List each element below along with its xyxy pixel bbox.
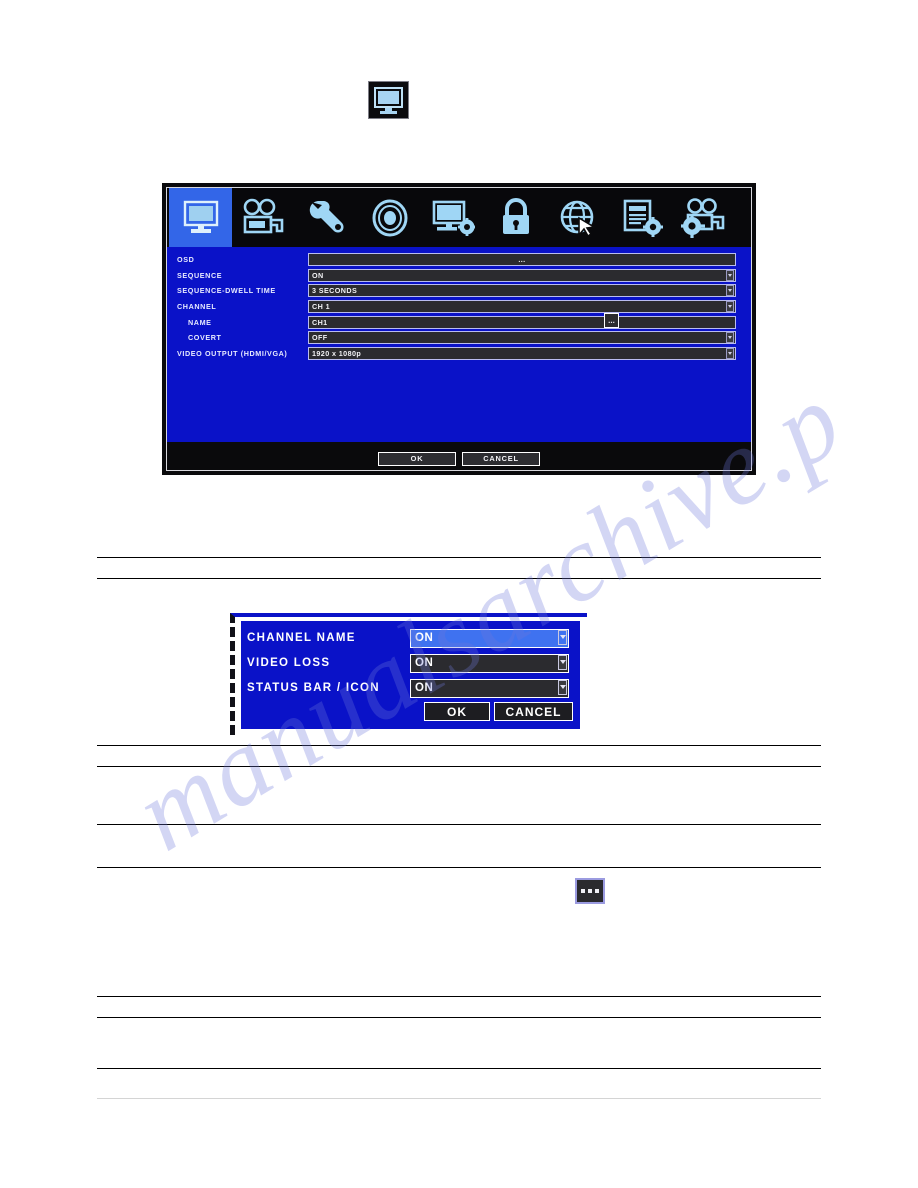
display-monitor-icon bbox=[368, 81, 409, 119]
settings-row-name: NAME CH1 ... bbox=[167, 313, 751, 330]
camera-record-icon bbox=[241, 198, 287, 238]
page-watermark: manualsarchive.p bbox=[0, 0, 918, 1188]
settings-row-sequence-dwell-time: SEQUENCE-DWELL TIME 3 SECONDS bbox=[167, 283, 751, 299]
dot bbox=[595, 889, 599, 893]
chevron-down-icon[interactable] bbox=[726, 285, 734, 297]
row-label: OSD bbox=[177, 255, 195, 265]
lock-security-icon bbox=[496, 197, 536, 238]
osd-field-value: ON bbox=[415, 632, 434, 644]
field-value: CH 1 bbox=[312, 302, 330, 312]
toolbar-item-security[interactable] bbox=[484, 188, 547, 247]
field-value: ... bbox=[518, 255, 526, 265]
dvr-display-menu-window: OSD ... SEQUENCE ON SEQUENCE-DWELL TIME … bbox=[159, 180, 759, 478]
video-output-dropdown[interactable]: 1920 x 1080p bbox=[308, 346, 736, 360]
dot bbox=[581, 889, 585, 893]
osd-label: STATUS BAR / ICON bbox=[247, 682, 380, 694]
osd-dialog-body: CHANNEL NAME ON VIDEO LOSS ON STATUS BAR… bbox=[240, 620, 581, 730]
table-rule bbox=[97, 557, 821, 558]
channel-dropdown[interactable]: CH 1 bbox=[308, 300, 736, 314]
covert-dropdown[interactable]: OFF bbox=[308, 331, 736, 345]
camera-settings-icon bbox=[680, 197, 729, 238]
table-rule bbox=[97, 578, 821, 579]
field-value: 1920 x 1080p bbox=[312, 348, 362, 358]
toolbar-item-backup[interactable] bbox=[358, 188, 421, 247]
settings-row-video-output: VIDEO OUTPUT (HDMI/VGA) 1920 x 1080p bbox=[167, 346, 751, 362]
chevron-down-icon[interactable] bbox=[726, 332, 734, 344]
settings-row-covert: COVERT OFF bbox=[167, 330, 751, 346]
dvr-menu-toolbar bbox=[167, 188, 751, 247]
toolbar-item-camera[interactable] bbox=[673, 188, 736, 247]
globe-network-icon bbox=[558, 198, 600, 238]
table-rule bbox=[97, 1068, 821, 1069]
toolbar-item-system[interactable] bbox=[421, 188, 484, 247]
display-monitor-icon bbox=[180, 198, 222, 238]
settings-row-osd: OSD ... bbox=[167, 252, 751, 268]
osd-dialog-buttons: OK CANCEL bbox=[247, 702, 574, 721]
chevron-down-icon[interactable] bbox=[558, 679, 567, 695]
toolbar-item-network[interactable] bbox=[547, 188, 610, 247]
dvr-dialog-footer: OK CANCEL bbox=[167, 447, 751, 470]
table-rule bbox=[97, 824, 821, 825]
osd-cancel-button[interactable]: CANCEL bbox=[494, 702, 573, 721]
osd-dialog-window: CHANNEL NAME ON VIDEO LOSS ON STATUS BAR… bbox=[230, 613, 587, 735]
osd-field-value: ON bbox=[415, 657, 434, 669]
field-value: 3 SECONDS bbox=[312, 286, 358, 296]
wrench-tool-icon bbox=[306, 198, 348, 238]
toolbar-item-record[interactable] bbox=[232, 188, 295, 247]
monitor-settings-icon bbox=[431, 198, 475, 238]
row-label: SEQUENCE bbox=[177, 270, 223, 280]
chevron-down-icon[interactable] bbox=[726, 269, 734, 281]
dot bbox=[588, 889, 592, 893]
row-label: CHANNEL bbox=[177, 302, 217, 312]
osd-row-channel-name: CHANNEL NAME ON bbox=[247, 627, 574, 649]
dvr-window-inner: OSD ... SEQUENCE ON SEQUENCE-DWELL TIME … bbox=[166, 187, 752, 471]
row-label: VIDEO OUTPUT (HDMI/VGA) bbox=[177, 348, 288, 358]
settings-row-sequence: SEQUENCE ON bbox=[167, 268, 751, 284]
osd-channel-name-dropdown[interactable]: ON bbox=[410, 628, 569, 648]
field-value: ON bbox=[312, 270, 324, 280]
table-rule bbox=[97, 1017, 821, 1018]
disc-backup-icon bbox=[369, 198, 411, 238]
table-rule bbox=[97, 867, 821, 868]
row-label: COVERT bbox=[188, 333, 222, 343]
field-value: CH1 bbox=[312, 317, 328, 327]
table-rule bbox=[97, 766, 821, 767]
table-rule bbox=[97, 996, 821, 997]
row-label: SEQUENCE-DWELL TIME bbox=[177, 286, 276, 296]
chevron-down-icon[interactable] bbox=[726, 347, 734, 359]
osd-video-loss-dropdown[interactable]: ON bbox=[410, 653, 569, 673]
osd-row-status-bar-icon: STATUS BAR / ICON ON bbox=[247, 677, 574, 699]
field-value: OFF bbox=[312, 333, 328, 343]
osd-label: VIDEO LOSS bbox=[247, 657, 331, 669]
document-settings-icon bbox=[621, 198, 663, 238]
settings-row-channel: CHANNEL CH 1 bbox=[167, 299, 751, 315]
osd-open-button[interactable]: ... bbox=[308, 253, 736, 267]
channel-name-ellipsis-button[interactable]: ... bbox=[604, 313, 619, 329]
row-label: NAME bbox=[188, 317, 212, 327]
table-rule bbox=[97, 745, 821, 746]
ellipsis-label: ... bbox=[608, 315, 615, 325]
osd-status-bar-icon-dropdown[interactable]: ON bbox=[410, 678, 569, 698]
toolbar-item-display[interactable] bbox=[169, 188, 232, 247]
osd-label: CHANNEL NAME bbox=[247, 632, 356, 644]
osd-ok-button[interactable]: OK bbox=[424, 702, 490, 721]
channel-name-input[interactable]: CH1 bbox=[308, 315, 736, 329]
sequence-dropdown[interactable]: ON bbox=[308, 268, 736, 282]
sequence-dwell-time-dropdown[interactable]: 3 SECONDS bbox=[308, 284, 736, 298]
osd-row-video-loss: VIDEO LOSS ON bbox=[247, 652, 574, 674]
page-footer-rule bbox=[97, 1098, 821, 1099]
chevron-down-icon[interactable] bbox=[726, 301, 734, 313]
toolbar-item-event[interactable] bbox=[610, 188, 673, 247]
cancel-button[interactable]: CANCEL bbox=[462, 451, 540, 466]
ellipsis-button-icon bbox=[575, 878, 605, 904]
chevron-down-icon[interactable] bbox=[558, 654, 567, 670]
dvr-settings-panel: OSD ... SEQUENCE ON SEQUENCE-DWELL TIME … bbox=[167, 247, 751, 442]
ok-button[interactable]: OK bbox=[378, 451, 456, 466]
chevron-down-icon[interactable] bbox=[558, 629, 567, 645]
toolbar-item-tools[interactable] bbox=[295, 188, 358, 247]
osd-field-value: ON bbox=[415, 682, 434, 694]
